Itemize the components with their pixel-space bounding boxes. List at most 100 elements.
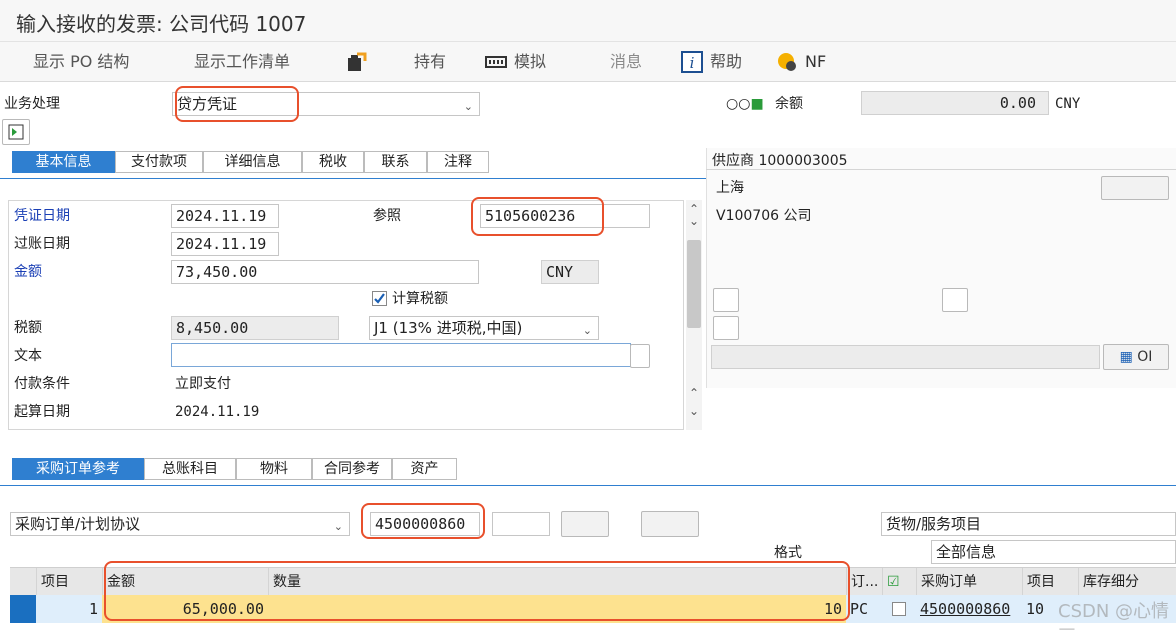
vendor-name: V100706 公司 (716, 208, 812, 224)
po-item-field[interactable] (492, 512, 550, 536)
payment-terms-label: 付款条件 (14, 376, 70, 392)
open-items-label: OI (1137, 349, 1153, 365)
expand-text-icon[interactable] (630, 344, 650, 368)
main-tabstrip: 基本信息 支付款项 详细信息 税收 联系 注释 (0, 148, 706, 180)
column-po[interactable]: 采购订单 (916, 568, 1022, 596)
vendor-header: 供应商 1000003005 (706, 148, 1176, 170)
po-tabstrip: 采购订单参考 总账科目 物料 合同参考 资产 (0, 456, 1176, 488)
balance-currency: CNY (1055, 96, 1081, 112)
column-ok-icon[interactable]: ☑ (882, 568, 916, 596)
layout-value: 全部信息 (936, 543, 997, 561)
tab-material[interactable]: 物料 (236, 458, 312, 480)
print-icon[interactable] (713, 316, 739, 340)
svg-text:i: i (690, 54, 695, 72)
highlight-amount-quantity (104, 561, 850, 621)
ref-type-value: 采购订单/计划协议 (15, 515, 141, 533)
tab-po-reference[interactable]: 采购订单参考 (12, 458, 144, 480)
balance-label: 余额 (775, 96, 803, 112)
show-po-structure-button[interactable]: 显示 PO 结构 (33, 50, 129, 74)
help-button[interactable]: 帮助 (710, 50, 742, 74)
messages-button[interactable]: 消息 (610, 50, 642, 74)
column-item[interactable]: 项目 (36, 568, 102, 596)
panel-scrollbar[interactable]: ⌃ ⌄ ⌃ ⌄ (686, 200, 702, 430)
cell-order-unit: PC (850, 600, 869, 618)
chevron-down-icon[interactable]: ⌄ (689, 214, 699, 228)
table-icon: ▦ (1119, 349, 1133, 365)
clipboard-export-icon[interactable] (345, 51, 367, 73)
highlight-reference (471, 197, 604, 236)
tax-code-value: J1 (13% 进项税,中国) (374, 319, 523, 337)
simulate-button[interactable]: 模拟 (514, 50, 546, 74)
help-icon[interactable]: i (681, 51, 703, 73)
cell-po-link[interactable]: 4500000860 (916, 595, 1022, 623)
tab-gl-account[interactable]: 总账科目 (144, 458, 236, 480)
tab-contact[interactable]: 联系 (364, 151, 427, 173)
po-tab-underline (0, 485, 1176, 486)
nf-icon[interactable] (776, 51, 798, 73)
select-all-column[interactable] (10, 568, 36, 596)
tax-code-select[interactable]: J1 (13% 进项税,中国) ⌄ (369, 316, 599, 340)
tax-amount-label: 税额 (14, 320, 42, 336)
document-icon[interactable] (713, 288, 739, 312)
layout-select[interactable]: 全部信息 (931, 540, 1176, 564)
doc-date-label: 凭证日期 (14, 208, 70, 224)
highlight-po-number (361, 503, 485, 539)
item-type-value: 货物/服务项目 (886, 515, 982, 533)
hold-button[interactable]: 持有 (414, 50, 446, 74)
tab-notes[interactable]: 注释 (427, 151, 489, 173)
chevron-up-icon[interactable]: ⌃ (689, 386, 699, 400)
watermark: CSDN @心情豆 (1058, 601, 1170, 630)
nf-button[interactable]: NF (805, 50, 826, 74)
vendor-detail-icon[interactable] (1101, 176, 1169, 200)
vendor-info-bar (711, 345, 1100, 369)
show-worklist-button[interactable]: 显示工作清单 (194, 50, 290, 74)
tab-underline (0, 178, 706, 179)
reference-label: 参照 (373, 208, 401, 224)
row-selector[interactable] (10, 595, 36, 623)
chevron-down-icon: ⌄ (463, 100, 473, 113)
tab-contract[interactable]: 合同参考 (312, 458, 392, 480)
checkmark-icon (374, 293, 385, 304)
amount-field[interactable]: 73,450.00 (171, 260, 479, 284)
simulate-icon[interactable] (485, 51, 507, 73)
window-title: 输入接收的发票: 公司代码 1007 (16, 12, 307, 36)
column-po-item[interactable]: 项目 (1022, 568, 1078, 596)
ref-type-select[interactable]: 采购订单/计划协议 ⌄ (10, 512, 350, 536)
column-order-unit[interactable]: 订... (846, 568, 882, 596)
tab-details[interactable]: 详细信息 (203, 151, 302, 173)
payment-terms-value: 立即支付 (175, 376, 231, 392)
posting-date-field[interactable]: 2024.11.19 (171, 232, 279, 256)
row-ok-checkbox[interactable] (892, 602, 906, 616)
scrollbar-thumb[interactable] (687, 240, 701, 328)
clipboard-icon[interactable] (942, 288, 968, 312)
tab-basic-info[interactable]: 基本信息 (12, 151, 115, 173)
chevron-down-icon: ⌄ (333, 520, 343, 533)
open-items-button[interactable]: ▦ OI (1103, 344, 1169, 370)
cell-ok[interactable] (882, 595, 916, 623)
vendor-city: 上海 (716, 180, 744, 196)
tab-payment[interactable]: 支付款项 (115, 151, 203, 173)
calc-tax-label: 计算税额 (392, 291, 448, 307)
toolbar: 显示 PO 结构 显示工作清单 持有 模拟 消息 i 帮助 NF (0, 42, 1176, 82)
expand-panel-icon[interactable] (2, 119, 30, 145)
calc-tax-checkbox[interactable] (372, 291, 387, 306)
balance-value: 0.00 (861, 91, 1049, 115)
tab-assets[interactable]: 资产 (392, 458, 457, 480)
transaction-label: 业务处理 (4, 96, 60, 112)
transfer-icon[interactable] (561, 511, 609, 537)
text-input[interactable] (171, 343, 631, 367)
tax-amount-field[interactable]: 8,450.00 (171, 316, 339, 340)
column-stock-segment[interactable]: 库存细分 (1078, 568, 1176, 596)
chevron-down-icon[interactable]: ⌄ (689, 404, 699, 418)
item-type-select[interactable]: 货物/服务项目 (881, 512, 1176, 536)
doc-date-field[interactable]: 2024.11.19 (171, 204, 279, 228)
tab-tax[interactable]: 税收 (302, 151, 364, 173)
cell-item: 1 (88, 600, 98, 618)
title-bar: 输入接收的发票: 公司代码 1007 (0, 0, 1176, 42)
baseline-date-label: 起算日期 (14, 404, 70, 420)
status-light-icon: ○○■ (726, 96, 764, 112)
text-label: 文本 (14, 348, 42, 364)
select-icon[interactable] (641, 511, 699, 537)
checklist-icon: ☑ (887, 574, 900, 590)
amount-currency-field[interactable]: CNY (541, 260, 599, 284)
